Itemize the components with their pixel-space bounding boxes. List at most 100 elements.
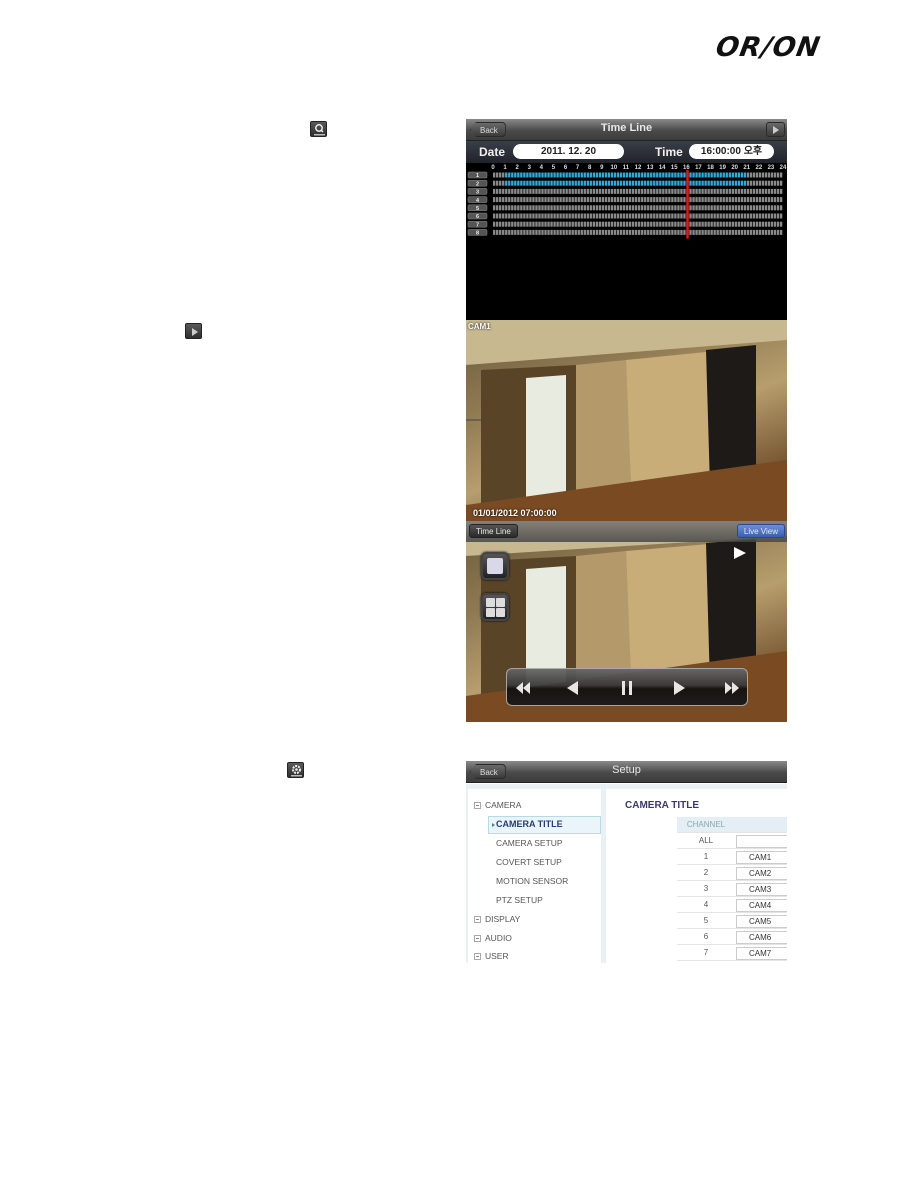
empty-segment[interactable] — [773, 229, 777, 235]
recorded-segment[interactable] — [656, 172, 659, 178]
empty-segment[interactable] — [607, 197, 611, 203]
empty-segment[interactable] — [541, 213, 544, 219]
empty-segment[interactable] — [520, 205, 523, 211]
empty-segment[interactable] — [595, 188, 599, 194]
empty-segment[interactable] — [502, 197, 505, 203]
empty-segment[interactable] — [499, 188, 502, 194]
camera-title-input[interactable]: CAM7 — [736, 947, 787, 960]
empty-segment[interactable] — [767, 229, 771, 235]
empty-segment[interactable] — [499, 205, 502, 211]
empty-segment[interactable] — [656, 197, 659, 203]
recorded-segment[interactable] — [665, 172, 668, 178]
empty-segment[interactable] — [644, 188, 647, 194]
camera-title-input[interactable]: CAM3 — [736, 883, 787, 896]
empty-segment[interactable] — [568, 205, 571, 211]
empty-segment[interactable] — [565, 205, 568, 211]
empty-segment[interactable] — [641, 188, 644, 194]
empty-segment[interactable] — [758, 221, 762, 227]
empty-segment[interactable] — [659, 197, 662, 203]
recorded-segment[interactable] — [526, 172, 529, 178]
recorded-segment[interactable] — [565, 172, 568, 178]
empty-segment[interactable] — [505, 229, 508, 235]
empty-segment[interactable] — [622, 188, 626, 194]
empty-segment[interactable] — [668, 197, 671, 203]
empty-segment[interactable] — [610, 213, 614, 219]
empty-segment[interactable] — [532, 188, 535, 194]
recorded-segment[interactable] — [638, 180, 641, 186]
recorded-segment[interactable] — [562, 172, 565, 178]
empty-segment[interactable] — [659, 213, 662, 219]
empty-segment[interactable] — [514, 188, 517, 194]
recorded-segment[interactable] — [589, 180, 592, 186]
empty-segment[interactable] — [568, 221, 571, 227]
empty-segment[interactable] — [680, 213, 683, 219]
empty-segment[interactable] — [607, 221, 611, 227]
empty-segment[interactable] — [719, 197, 722, 203]
empty-segment[interactable] — [592, 197, 596, 203]
empty-segment[interactable] — [656, 213, 659, 219]
empty-segment[interactable] — [677, 197, 680, 203]
empty-segment[interactable] — [758, 229, 762, 235]
empty-segment[interactable] — [689, 221, 692, 227]
play-button[interactable] — [669, 679, 689, 697]
empty-segment[interactable] — [731, 229, 734, 235]
empty-segment[interactable] — [616, 205, 620, 211]
empty-segment[interactable] — [595, 213, 599, 219]
empty-segment[interactable] — [541, 188, 544, 194]
empty-segment[interactable] — [496, 229, 499, 235]
empty-segment[interactable] — [674, 197, 677, 203]
empty-segment[interactable] — [770, 180, 774, 186]
recorded-segment[interactable] — [556, 180, 559, 186]
empty-segment[interactable] — [716, 205, 719, 211]
empty-segment[interactable] — [547, 197, 550, 203]
empty-segment[interactable] — [746, 188, 750, 194]
recorded-segment[interactable] — [737, 172, 741, 178]
empty-segment[interactable] — [710, 221, 713, 227]
empty-segment[interactable] — [502, 221, 505, 227]
empty-segment[interactable] — [641, 221, 644, 227]
empty-segment[interactable] — [499, 180, 502, 186]
empty-segment[interactable] — [668, 188, 671, 194]
recorded-segment[interactable] — [689, 180, 692, 186]
recorded-segment[interactable] — [662, 180, 665, 186]
recorded-segment[interactable] — [719, 180, 722, 186]
empty-segment[interactable] — [577, 213, 580, 219]
empty-segment[interactable] — [746, 180, 750, 186]
empty-segment[interactable] — [770, 213, 774, 219]
empty-segment[interactable] — [707, 188, 710, 194]
recorded-segment[interactable] — [610, 172, 614, 178]
empty-segment[interactable] — [571, 221, 574, 227]
empty-segment[interactable] — [722, 213, 725, 219]
empty-segment[interactable] — [731, 205, 734, 211]
empty-segment[interactable] — [505, 188, 508, 194]
empty-segment[interactable] — [665, 221, 668, 227]
empty-segment[interactable] — [514, 213, 517, 219]
empty-segment[interactable] — [550, 213, 553, 219]
empty-segment[interactable] — [734, 213, 737, 219]
recorded-segment[interactable] — [517, 180, 520, 186]
empty-segment[interactable] — [722, 205, 725, 211]
empty-segment[interactable] — [553, 188, 556, 194]
empty-segment[interactable] — [538, 197, 541, 203]
empty-segment[interactable] — [580, 205, 583, 211]
empty-segment[interactable] — [728, 213, 731, 219]
empty-segment[interactable] — [571, 188, 574, 194]
empty-segment[interactable] — [734, 205, 737, 211]
empty-segment[interactable] — [613, 205, 617, 211]
empty-segment[interactable] — [601, 213, 605, 219]
camera-title-input[interactable]: CAM5 — [736, 915, 787, 928]
recorded-segment[interactable] — [737, 180, 741, 186]
recorded-segment[interactable] — [644, 172, 647, 178]
empty-segment[interactable] — [601, 229, 605, 235]
empty-segment[interactable] — [556, 229, 559, 235]
recorded-segment[interactable] — [592, 172, 596, 178]
empty-segment[interactable] — [538, 213, 541, 219]
empty-segment[interactable] — [638, 213, 641, 219]
recorded-segment[interactable] — [532, 180, 535, 186]
empty-segment[interactable] — [755, 213, 759, 219]
recorded-segment[interactable] — [631, 180, 635, 186]
empty-segment[interactable] — [713, 213, 716, 219]
empty-segment[interactable] — [698, 188, 701, 194]
empty-segment[interactable] — [638, 188, 641, 194]
recorded-segment[interactable] — [728, 180, 731, 186]
